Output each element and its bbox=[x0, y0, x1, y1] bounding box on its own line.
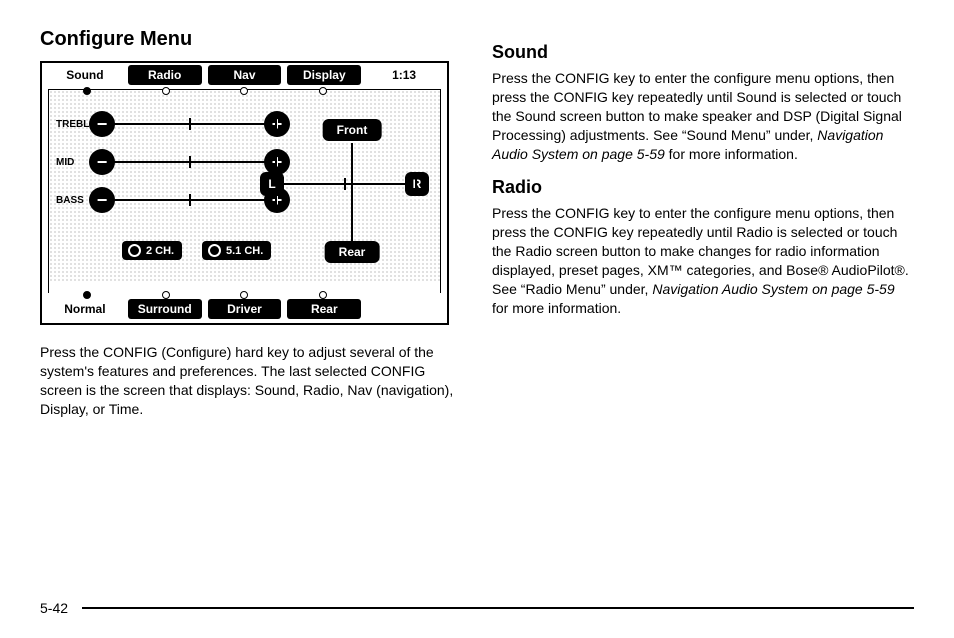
radio-heading: Radio bbox=[492, 177, 914, 198]
channel-51ch-label: 5.1 CH. bbox=[226, 245, 263, 257]
fade-rear-button[interactable]: Rear bbox=[325, 241, 380, 263]
balance-slider[interactable]: L R bbox=[272, 183, 417, 185]
configure-menu-paragraph: Press the CONFIG (Configure) hard key to… bbox=[40, 343, 462, 419]
sound-heading: Sound bbox=[492, 42, 914, 63]
tab-nav[interactable]: Nav bbox=[208, 65, 282, 85]
tab-radio[interactable]: Radio bbox=[128, 65, 202, 85]
slider-mid[interactable]: MID bbox=[56, 149, 277, 175]
radio-icon bbox=[208, 244, 221, 257]
mode-surround-button[interactable]: Surround bbox=[128, 299, 202, 319]
fade-front-button[interactable]: Front bbox=[323, 119, 382, 141]
bass-minus-knob[interactable] bbox=[89, 187, 115, 213]
slider-treble[interactable]: TREBLE bbox=[56, 111, 277, 137]
treble-minus-knob[interactable] bbox=[89, 111, 115, 137]
channel-2ch-label: 2 CH. bbox=[146, 245, 174, 257]
channel-51ch-button[interactable]: 5.1 CH. bbox=[202, 241, 271, 260]
radio-xref: Navigation Audio System on page 5-59 bbox=[652, 281, 894, 297]
balance-right-knob[interactable]: R bbox=[405, 172, 429, 196]
tab-display[interactable]: Display bbox=[287, 65, 361, 85]
mid-minus-knob[interactable] bbox=[89, 149, 115, 175]
mode-normal-button[interactable]: Normal bbox=[48, 299, 122, 319]
clock-display: 1:13 bbox=[367, 65, 441, 85]
radio-icon bbox=[128, 244, 141, 257]
tab-sound[interactable]: Sound bbox=[48, 65, 122, 85]
channel-2ch-button[interactable]: 2 CH. bbox=[122, 241, 182, 260]
configure-menu-diagram: Sound Radio Nav Display 1:13 TREBLE bbox=[40, 61, 449, 325]
configure-menu-heading: Configure Menu bbox=[40, 28, 462, 51]
treble-plus-knob[interactable] bbox=[264, 111, 290, 137]
sound-paragraph: Press the CONFIG key to enter the config… bbox=[492, 69, 914, 163]
balance-left-knob[interactable]: L bbox=[260, 172, 284, 196]
mode-driver-button[interactable]: Driver bbox=[208, 299, 282, 319]
mode-rear-button[interactable]: Rear bbox=[287, 299, 361, 319]
footer-rule bbox=[82, 607, 914, 609]
radio-paragraph: Press the CONFIG key to enter the config… bbox=[492, 204, 914, 317]
fade-track bbox=[351, 143, 353, 241]
page-number: 5-42 bbox=[40, 600, 82, 616]
slider-bass[interactable]: BASS bbox=[56, 187, 277, 213]
